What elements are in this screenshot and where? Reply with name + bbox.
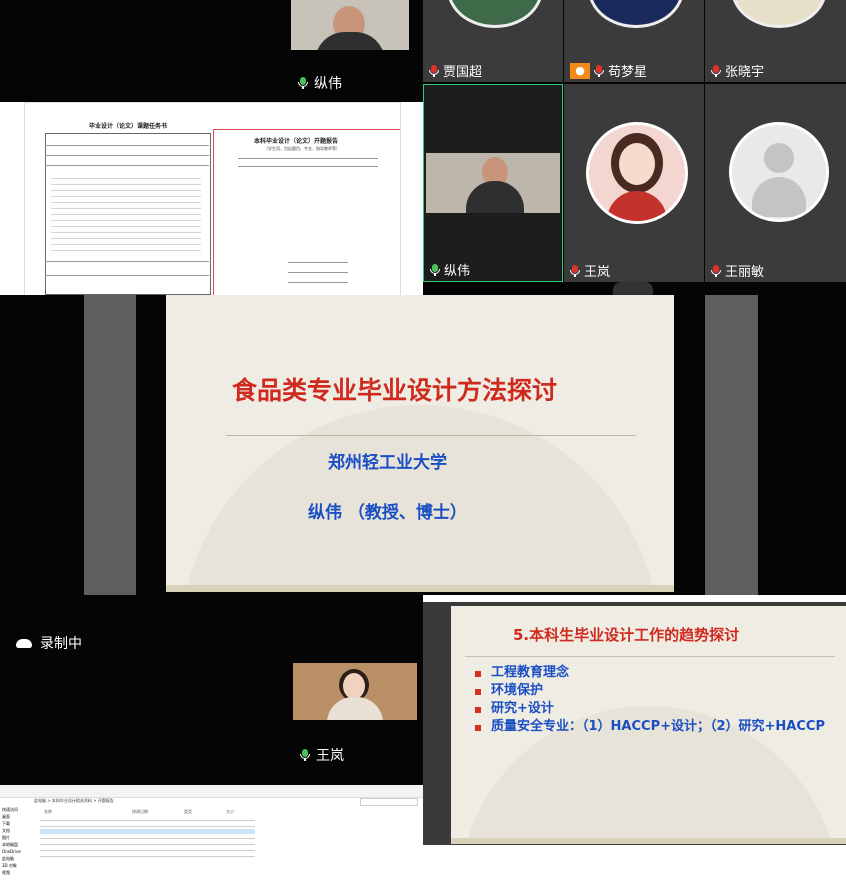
side-slide-bottom-strip [451, 838, 846, 844]
column-header[interactable]: 大小 [226, 809, 234, 815]
side-slide-title: 5.本科生毕业设计工作的趋势探讨 [513, 626, 740, 644]
side-presentation-slide: 5.本科生毕业设计工作的趋势探讨 工程教育理念 环境保护 研究+设计 质量安全专… [451, 606, 846, 844]
document-page-right: 本科毕业设计（论文）开题报告 （学生用，包括题目、专业、指导教师等） [213, 129, 400, 296]
avatar [731, 0, 827, 28]
avatar [586, 122, 688, 224]
participant-name: 王丽敏 [711, 261, 764, 280]
main-presentation-slide: 食品类专业毕业设计方法探讨 郑州轻工业大学 纵伟 （教授、博士） [166, 295, 674, 592]
microphone-icon [570, 264, 580, 277]
cloud-icon [16, 638, 32, 648]
sidebar-item[interactable]: 图片 [2, 835, 10, 841]
participant-tile[interactable]: 贾国超 [423, 0, 563, 82]
bullet-icon [475, 671, 481, 677]
bullet-item: 质量安全专业：（1）HACCP+设计；（2）研究+HACCP [475, 718, 825, 735]
default-avatar [729, 122, 829, 222]
explorer-breadcrumb: 此电脑 > 本科毕业设计相关资料 > 开题报告 [34, 798, 114, 803]
bullet-item: 研究+设计 [475, 700, 825, 718]
sidebar-item[interactable]: 此电脑 [2, 856, 14, 862]
speaker-name-label: 纵伟 [298, 73, 342, 93]
participant-name: ● 苟梦星 [570, 61, 647, 80]
microphone-icon [711, 264, 721, 277]
slide-university: 郑州轻工业大学 [328, 453, 447, 473]
microphone-icon [594, 64, 604, 77]
shared-document: 毕业设计（论文）课题任务书 本科毕业设计（论文）开题报告 （学生用，包括题目、专… [24, 102, 401, 297]
document-right-title: 本科毕业设计（论文）开题报告 [254, 138, 339, 145]
slide-bottom-strip [166, 585, 674, 592]
slide-side-bar-left [84, 295, 136, 595]
microphone-icon [711, 64, 721, 77]
column-header[interactable]: 类型 [184, 809, 192, 815]
column-header[interactable]: 名称 [44, 809, 52, 815]
sidebar-item[interactable]: OneDrive [2, 849, 21, 854]
bullet-icon [475, 689, 481, 695]
microphone-icon [429, 64, 439, 77]
file-explorer-window: 此电脑 > 本科毕业设计相关资料 > 开题报告 快速访问 桌面 下载 文档 图片… [0, 785, 423, 890]
sidebar-item[interactable]: 3D 对象 [2, 863, 17, 869]
participant-video [426, 153, 560, 213]
avatar [588, 0, 684, 28]
bullet-item: 环境保护 [475, 682, 825, 700]
sidebar-item[interactable]: 文档 [2, 828, 10, 834]
participant-tile[interactable]: 王岚 [564, 84, 704, 282]
sidebar-item[interactable]: 本地磁盘 [2, 842, 18, 848]
avatar [447, 0, 543, 28]
explorer-search-box[interactable] [360, 798, 418, 806]
speaker-video-thumbnail[interactable] [293, 663, 417, 720]
participant-name: 张晓宇 [711, 61, 764, 80]
microphone-icon [430, 263, 440, 276]
participant-name: 王岚 [570, 261, 610, 280]
microphone-icon [298, 77, 308, 89]
column-header[interactable]: 修改日期 [132, 809, 148, 815]
file-list [40, 817, 255, 857]
participant-name: 纵伟 [430, 260, 470, 279]
user-avatar-icon: ● [570, 62, 590, 79]
document-page-left: 毕业设计（论文）课题任务书 [39, 111, 211, 296]
sidebar-item[interactable]: 桌面 [2, 814, 10, 820]
slide-divider [226, 435, 636, 436]
selected-file-row[interactable] [40, 829, 255, 834]
participant-tile-active[interactable]: 纵伟 [423, 84, 563, 282]
participant-grid: 贾国超 ● 苟梦星 张晓宇 纵伟 王岚 王丽敏 [423, 0, 846, 298]
participant-tile[interactable]: ● 苟梦星 [564, 0, 704, 82]
participant-tile[interactable]: 王丽敏 [705, 84, 846, 282]
slide-title: 食品类专业毕业设计方法探讨 [232, 376, 558, 405]
bullet-list: 工程教育理念 环境保护 研究+设计 质量安全专业：（1）HACCP+设计；（2）… [475, 664, 825, 735]
participant-name: 贾国超 [429, 61, 482, 80]
speaker-video-thumbnail[interactable] [291, 0, 409, 50]
recording-indicator: 录制中 [16, 633, 82, 653]
person-shoulders [315, 32, 385, 50]
document-title: 毕业设计（论文）课题任务书 [89, 123, 168, 130]
microphone-icon [300, 749, 310, 761]
sidebar-item[interactable]: 快速访问 [2, 807, 18, 813]
participant-tile[interactable]: 张晓宇 [705, 0, 846, 82]
bullet-item: 工程教育理念 [475, 664, 825, 682]
bullet-icon [475, 725, 481, 731]
sidebar-item[interactable]: 视频 [2, 870, 10, 876]
slide-side-bar-right [705, 295, 758, 595]
side-slide-divider [465, 656, 835, 657]
explorer-ribbon [0, 785, 423, 798]
explorer-sidebar: 快速访问 桌面 下载 文档 图片 本地磁盘 OneDrive 此电脑 3D 对象… [0, 807, 36, 890]
document-right-subtitle: （学生用，包括题目、专业、指导教师等） [264, 146, 340, 151]
slide-author: 纵伟 （教授、博士） [308, 503, 467, 523]
sidebar-item[interactable]: 下载 [2, 821, 10, 827]
speaker-name-label: 王岚 [300, 745, 344, 765]
bullet-icon [475, 707, 481, 713]
